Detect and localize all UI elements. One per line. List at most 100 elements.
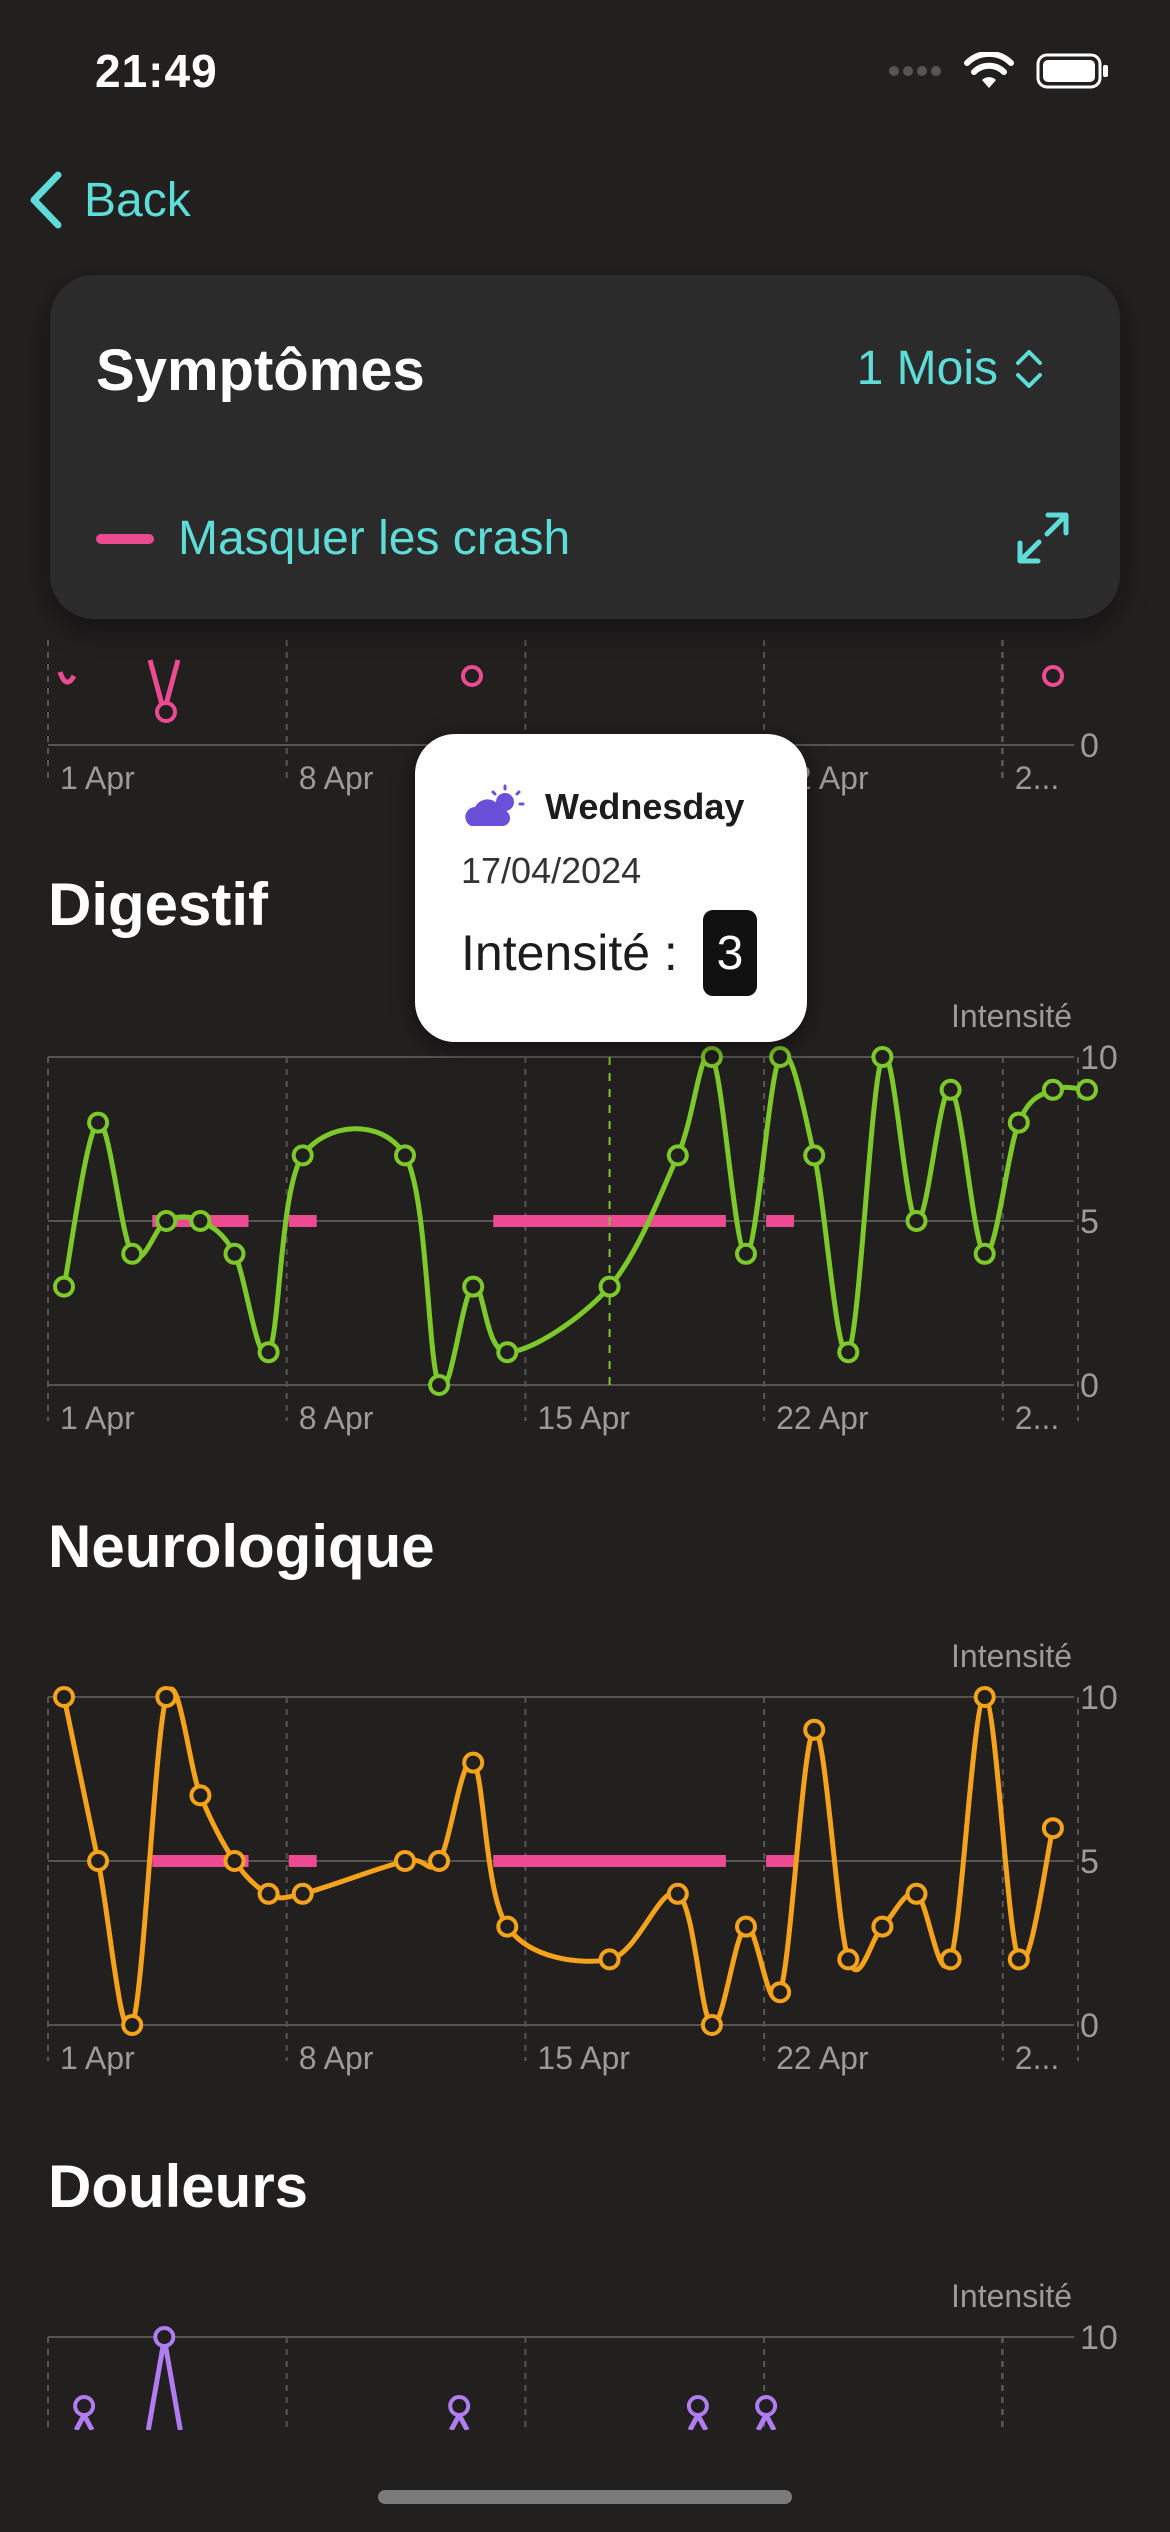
douleurs-chart[interactable]: 10Intensité <box>0 2270 1170 2430</box>
data-point <box>87 1850 110 1872</box>
y-tick-label: 0 <box>1080 1367 1099 1405</box>
period-selector[interactable]: 1 Mois <box>857 341 1044 396</box>
data-point <box>461 665 483 687</box>
data-point <box>394 1850 416 1872</box>
battery-icon <box>1036 53 1108 89</box>
data-point <box>496 1915 519 1938</box>
series-line <box>57 671 77 685</box>
data-point <box>598 1275 621 1298</box>
back-label: Back <box>84 173 191 227</box>
data-point <box>223 1850 246 1872</box>
series-line <box>448 2409 470 2430</box>
data-point <box>1042 665 1064 687</box>
data-point <box>291 1882 314 1905</box>
data-point <box>1041 1078 1064 1101</box>
data-point <box>155 1686 178 1708</box>
data-point <box>462 1275 485 1298</box>
x-tick-label: 22 Apr <box>776 2040 869 2076</box>
y-tick-label: 0 <box>1080 727 1099 765</box>
data-point <box>666 1144 689 1167</box>
x-tick-label: 8 Apr <box>299 760 374 796</box>
data-point <box>1007 1948 1030 1971</box>
data-point <box>448 2395 471 2417</box>
data-point <box>223 1242 246 1265</box>
data-point <box>53 1275 75 1298</box>
wifi-icon <box>964 52 1014 88</box>
data-point <box>598 1948 621 1971</box>
series-line <box>73 2409 95 2430</box>
data-point <box>462 1751 485 1774</box>
status-time: 21:49 <box>95 45 218 97</box>
x-tick-label: 8 Apr <box>299 2040 374 2076</box>
data-point <box>803 1718 826 1741</box>
cellular-signal-icon <box>889 66 941 76</box>
y-tick-label: 5 <box>1080 1843 1099 1881</box>
data-point <box>905 1210 928 1232</box>
chart-tooltip: Wednesday 17/04/2024 Intensité : 3 <box>415 734 807 1042</box>
data-point <box>291 1144 314 1167</box>
y-tick-label: 10 <box>1080 1039 1118 1077</box>
chevron-left-icon <box>30 171 62 229</box>
data-point <box>428 1850 451 1872</box>
tooltip-intensity-value: 3 <box>703 910 757 996</box>
data-point <box>155 701 177 723</box>
data-point <box>257 1341 280 1364</box>
section-title-digestif: Digestif <box>48 871 269 938</box>
y-axis-label: Intensité <box>951 1638 1072 1674</box>
section-title-neurologique: Neurologique <box>48 1513 435 1580</box>
series-line <box>145 2338 183 2430</box>
data-point <box>121 2014 144 2036</box>
series-line <box>755 2409 777 2430</box>
data-point <box>257 1882 280 1905</box>
data-point <box>735 1915 757 1938</box>
data-point <box>973 1686 996 1708</box>
y-tick-label: 0 <box>1080 2007 1099 2045</box>
x-tick-label: 1 Apr <box>60 2040 135 2076</box>
data-point <box>939 1078 962 1101</box>
data-point <box>700 1046 723 1068</box>
digestif-chart[interactable]: 0 5 10Intensité 1 Apr 8 Apr 15 Apr 22 Apr 2... <box>0 990 1170 1440</box>
data-point <box>837 1948 860 1971</box>
back-button[interactable]: Back <box>28 171 191 229</box>
data-point <box>769 1046 792 1068</box>
x-tick-label: 2... <box>1015 2040 1059 2076</box>
hide-crash-toggle[interactable]: Masquer les crash <box>96 511 570 566</box>
data-point <box>871 1915 894 1938</box>
data-point <box>735 1242 757 1265</box>
partly-cloudy-day-icon <box>465 784 525 826</box>
data-point <box>1041 1817 1064 1840</box>
data-point <box>53 1686 75 1708</box>
series-line <box>687 2409 709 2430</box>
crash-legend-swatch <box>96 533 154 544</box>
data-point <box>939 1948 962 1971</box>
data-point <box>871 1046 894 1068</box>
y-tick-label: 5 <box>1080 1203 1099 1241</box>
status-bar: 21:49 <box>0 0 1170 140</box>
card-title: Symptômes <box>96 338 425 403</box>
data-point <box>837 1341 860 1364</box>
data-point <box>87 1111 110 1134</box>
data-point <box>189 1784 212 1807</box>
tooltip-intensity-label: Intensité : <box>461 925 678 981</box>
data-point <box>803 1144 826 1167</box>
y-tick-label: 10 <box>1080 2319 1118 2357</box>
data-point <box>686 2395 709 2417</box>
period-label: 1 Mois <box>856 342 998 395</box>
x-tick-label: 22 Apr <box>776 1400 869 1436</box>
symptoms-filter-card: Symptômes 1 Mois Masquer les crash <box>50 275 1120 619</box>
x-tick-label: 15 Apr <box>537 2040 630 2076</box>
x-tick-label: 2... <box>1015 1400 1059 1436</box>
data-point <box>1076 1078 1098 1101</box>
data-point <box>905 1882 928 1905</box>
tooltip-day: Wednesday <box>545 786 745 827</box>
data-point <box>666 1882 689 1905</box>
data-point <box>973 1242 996 1265</box>
data-point <box>121 1242 144 1265</box>
home-indicator <box>378 2490 792 2504</box>
expand-icon[interactable] <box>1016 511 1070 565</box>
neurologique-chart[interactable]: 0 5 10Intensité 1 Apr 8 Apr 15 Apr 22 Apr 2... <box>0 1630 1170 2080</box>
data-point <box>189 1210 212 1232</box>
y-axis-label: Intensité <box>951 998 1072 1034</box>
data-point <box>700 2014 723 2036</box>
section-title-douleurs: Douleurs <box>48 2153 309 2220</box>
